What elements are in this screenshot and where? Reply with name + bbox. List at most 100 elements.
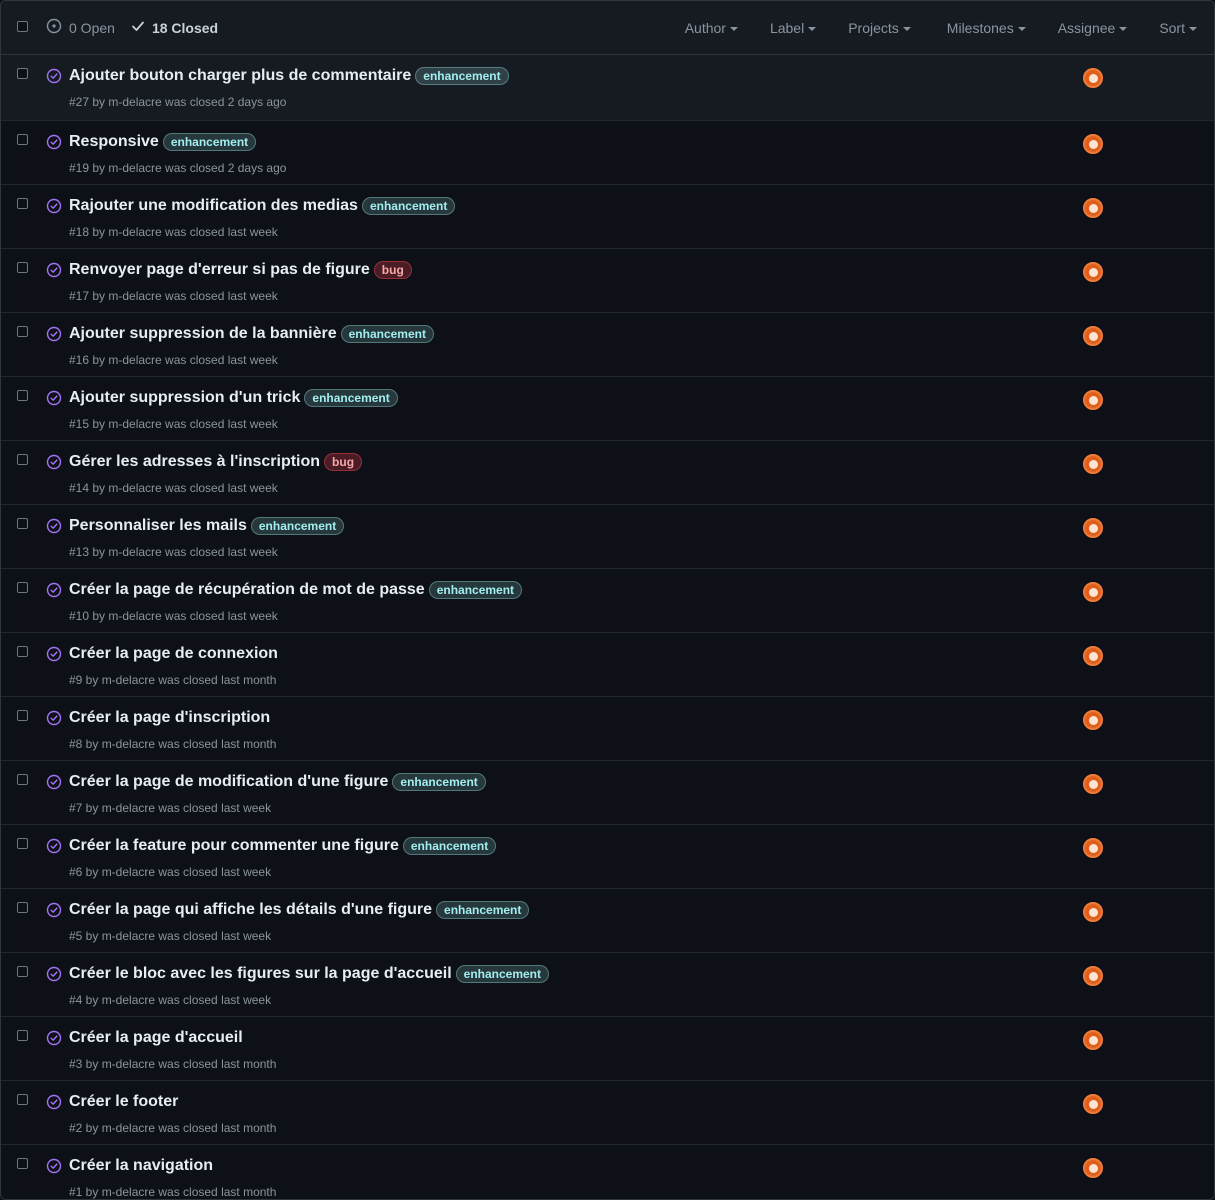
issue-label[interactable]: bug — [373, 261, 412, 279]
issue-row[interactable]: Créer la page de modification d'une figu… — [1, 761, 1214, 825]
issue-closed-icon — [46, 134, 62, 155]
issue-label[interactable]: enhancement — [250, 517, 345, 535]
assignee-avatar[interactable] — [1083, 1030, 1103, 1050]
issue-label[interactable]: enhancement — [455, 965, 550, 983]
assignee-avatar[interactable] — [1083, 1158, 1103, 1178]
issue-checkbox[interactable] — [17, 902, 28, 913]
assignee-avatar[interactable] — [1083, 390, 1103, 410]
issue-checkbox[interactable] — [17, 326, 28, 337]
issue-checkbox[interactable] — [17, 582, 28, 593]
issue-checkbox[interactable] — [17, 1030, 28, 1041]
avatar-face — [1088, 523, 1098, 533]
label-filter[interactable]: Label — [770, 20, 817, 36]
issue-checkbox[interactable] — [17, 710, 28, 721]
issue-title[interactable]: Créer le bloc avec les figures sur la pa… — [69, 965, 452, 983]
assignee-avatar[interactable] — [1083, 1094, 1103, 1114]
issue-label[interactable]: enhancement — [436, 901, 530, 919]
issue-title[interactable]: Ajouter suppression de la bannière — [69, 325, 337, 343]
issue-row[interactable]: Ajouter suppression de la bannière enhanc… — [1, 313, 1214, 377]
issue-meta: #27 by m-delacre was closed 2 days ago — [69, 95, 287, 109]
issue-checkbox[interactable] — [17, 262, 28, 273]
issue-title[interactable]: Créer la page d'accueil — [69, 1029, 243, 1047]
issue-title[interactable]: Créer la page d'inscription — [69, 709, 270, 727]
issue-row[interactable]: Créer la navigation #1 by m-delacre was c… — [1, 1145, 1214, 1199]
issue-row[interactable]: Créer la page d'accueil #3 by m-delacre w… — [1, 1017, 1214, 1081]
issue-checkbox[interactable] — [17, 454, 28, 465]
assignee-avatar[interactable] — [1083, 838, 1103, 858]
issue-title[interactable]: Créer le footer — [69, 1093, 178, 1111]
issue-row[interactable]: Renvoyer page d'erreur si pas de figure b… — [1, 249, 1214, 313]
assignee-avatar[interactable] — [1083, 454, 1103, 474]
assignee-avatar[interactable] — [1083, 518, 1103, 538]
issue-row[interactable]: Créer la page de récupération de mot de … — [1, 569, 1214, 633]
issue-row[interactable]: Rajouter une modification des medias enha… — [1, 185, 1214, 249]
issue-title[interactable]: Créer la navigation — [69, 1157, 213, 1175]
milestones-filter[interactable]: Milestones — [947, 20, 1026, 36]
issue-checkbox[interactable] — [17, 134, 28, 145]
issue-title[interactable]: Renvoyer page d'erreur si pas de figure — [69, 261, 370, 279]
issue-row[interactable]: Créer la feature pour commenter une figu… — [1, 825, 1214, 889]
issue-title[interactable]: Créer la page de récupération de mot de … — [69, 581, 425, 599]
issue-title[interactable]: Ajouter bouton charger plus de commentai… — [69, 67, 411, 85]
assignee-avatar[interactable] — [1083, 582, 1103, 602]
assignee-avatar[interactable] — [1083, 68, 1103, 88]
issue-closed-icon — [46, 1158, 62, 1179]
issue-checkbox[interactable] — [17, 966, 28, 977]
issue-title[interactable]: Créer la page de connexion — [69, 645, 278, 663]
issue-row[interactable]: Créer la page d'inscription #8 by m-delac… — [1, 697, 1214, 761]
issue-row[interactable]: Créer la page qui affiche les détails d'… — [1, 889, 1214, 953]
issue-title[interactable]: Gérer les adresses à l'inscription — [69, 453, 320, 471]
issue-label[interactable]: enhancement — [361, 197, 456, 215]
assignee-avatar[interactable] — [1083, 902, 1103, 922]
issue-row[interactable]: Personnaliser les mails enhancement #13 by… — [1, 505, 1214, 569]
issue-label[interactable]: enhancement — [428, 581, 523, 599]
issue-checkbox[interactable] — [17, 390, 28, 401]
issue-checkbox[interactable] — [17, 1158, 28, 1169]
issue-title[interactable]: Responsive — [69, 133, 159, 151]
issue-title[interactable]: Rajouter une modification des medias — [69, 197, 358, 215]
issue-row[interactable]: Ajouter suppression d'un trick enhancemen… — [1, 377, 1214, 441]
assignee-avatar[interactable] — [1083, 646, 1103, 666]
issue-checkbox[interactable] — [17, 838, 28, 849]
issue-label[interactable]: enhancement — [392, 773, 486, 791]
issue-checkbox[interactable] — [17, 518, 28, 529]
sort-filter[interactable]: Sort — [1159, 20, 1197, 36]
assignee-avatar[interactable] — [1083, 198, 1103, 218]
issue-row[interactable]: Responsive enhancement #19 by m-delacre wa… — [1, 121, 1214, 185]
issue-row[interactable]: Gérer les adresses à l'inscription bug #14… — [1, 441, 1214, 505]
issue-row[interactable]: Créer le footer #2 by m-delacre was close… — [1, 1081, 1214, 1145]
projects-filter[interactable]: Projects — [848, 20, 911, 36]
issue-checkbox[interactable] — [17, 1094, 28, 1105]
issue-label[interactable]: enhancement — [402, 837, 497, 855]
author-filter[interactable]: Author — [685, 20, 738, 36]
issue-checkbox[interactable] — [17, 68, 28, 79]
assignee-avatar[interactable] — [1083, 710, 1103, 730]
assignee-avatar[interactable] — [1083, 326, 1103, 346]
issue-title[interactable]: Créer la feature pour commenter une figu… — [69, 837, 399, 855]
issue-row[interactable]: Créer la page de connexion #9 by m-delacr… — [1, 633, 1214, 697]
issue-title[interactable]: Créer la page de modification d'une figu… — [69, 773, 388, 791]
issue-row[interactable]: Créer le bloc avec les figures sur la pa… — [1, 953, 1214, 1017]
issue-title[interactable]: Créer la page qui affiche les détails d'… — [69, 901, 432, 919]
issue-checkbox[interactable] — [17, 646, 28, 657]
assignee-avatar[interactable] — [1083, 774, 1103, 794]
issue-row[interactable]: Ajouter bouton charger plus de commentai… — [1, 55, 1214, 121]
issue-title[interactable]: Personnaliser les mails — [69, 517, 247, 535]
avatar-face — [1088, 459, 1098, 469]
issue-label[interactable]: enhancement — [162, 133, 257, 151]
issue-label[interactable]: enhancement — [415, 67, 509, 85]
issue-label[interactable]: enhancement — [304, 389, 398, 407]
issue-label[interactable]: enhancement — [340, 325, 434, 343]
select-all-checkbox[interactable] — [17, 21, 28, 32]
open-issues-tab[interactable]: 0 Open — [46, 18, 115, 37]
closed-issues-tab[interactable]: 18 Closed — [131, 19, 218, 36]
assignee-avatar[interactable] — [1083, 966, 1103, 986]
issue-checkbox[interactable] — [17, 774, 28, 785]
issue-title[interactable]: Ajouter suppression d'un trick — [69, 389, 300, 407]
issue-checkbox[interactable] — [17, 198, 28, 209]
assignee-avatar[interactable] — [1083, 262, 1103, 282]
issue-meta: #5 by m-delacre was closed last week — [69, 929, 272, 943]
assignee-filter[interactable]: Assignee — [1058, 20, 1128, 36]
issue-label[interactable]: bug — [324, 453, 363, 471]
assignee-avatar[interactable] — [1083, 134, 1103, 154]
